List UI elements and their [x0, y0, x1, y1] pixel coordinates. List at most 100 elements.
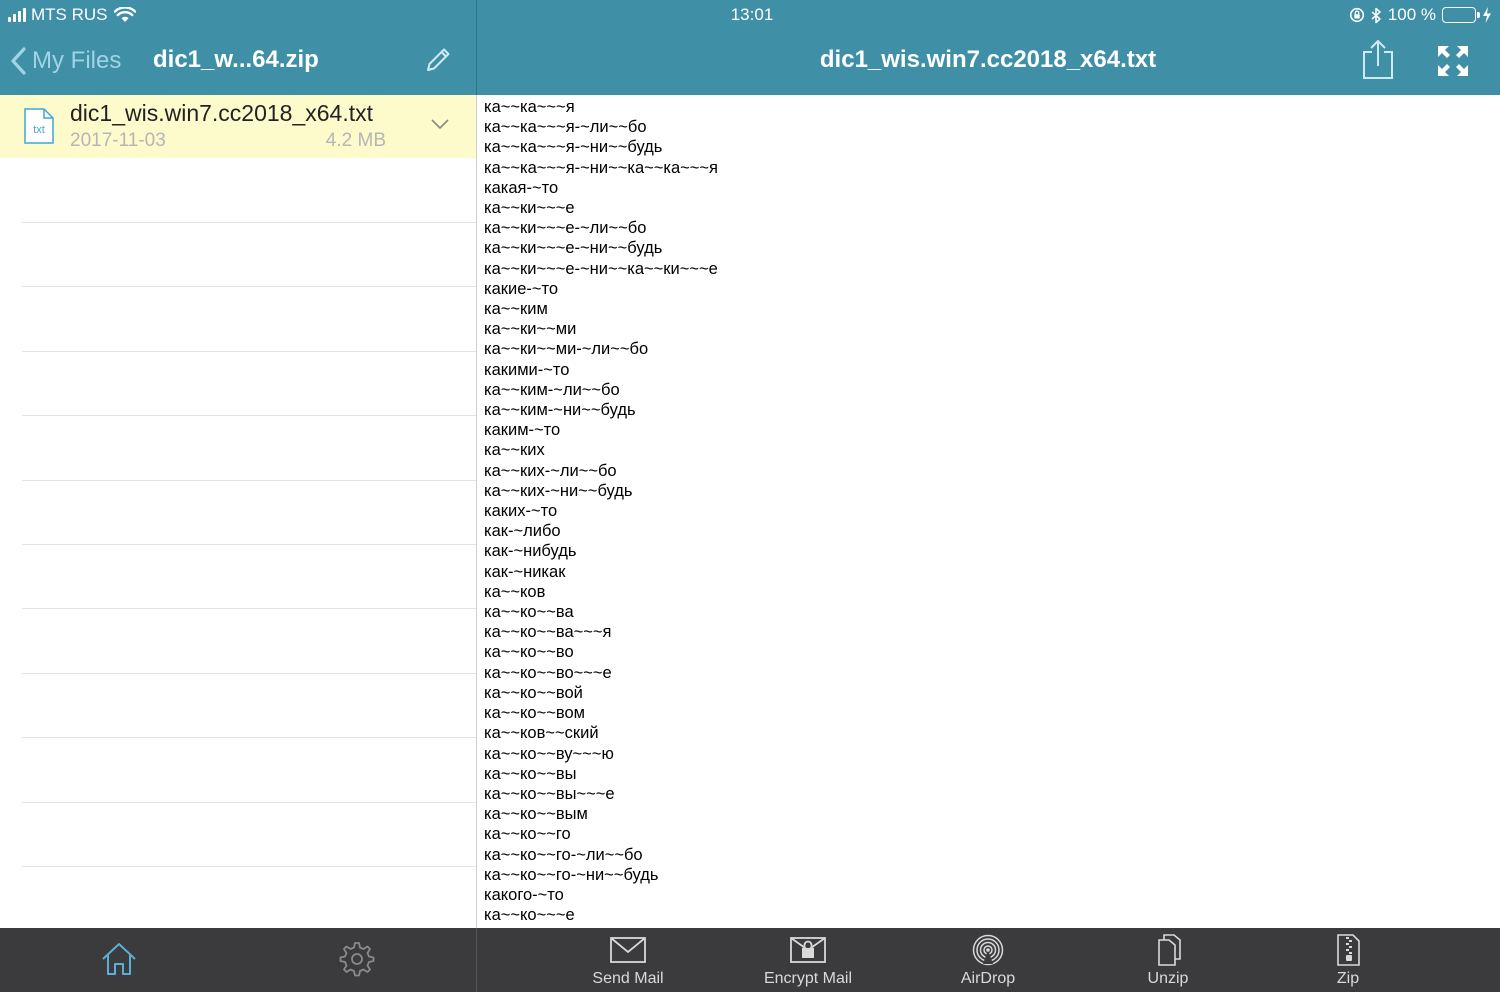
text-line: как-~никак — [484, 562, 566, 581]
battery-percent: 100 % — [1387, 5, 1436, 24]
top-bar: MTS RUS 13:01 100 % My Files dic1_w...64… — [0, 0, 1500, 95]
airdrop-icon — [972, 934, 1004, 966]
file-size: 4.2 MB — [325, 130, 386, 151]
text-line: ка~~ко~~во~~~е — [484, 663, 612, 682]
text-line: ка~~ко~~го — [484, 825, 571, 844]
text-line: ка~~ко~~вом — [484, 704, 585, 723]
text-line: ка~~ки~~~е-~ли~~бо — [484, 219, 647, 238]
text-line: ка~~ко~~вы — [484, 764, 577, 783]
text-line: ка~~ки~~ми-~ли~~бо — [484, 340, 649, 359]
file-name: dic1_wis.win7.cc2018_x64.txt — [70, 100, 373, 126]
text-line: ка~~ков~~ский — [484, 724, 599, 743]
pencil-icon[interactable] — [422, 44, 454, 76]
chevron-left-icon — [11, 47, 26, 75]
chevron-down-icon[interactable] — [430, 117, 450, 131]
gear-icon[interactable] — [338, 940, 376, 978]
file-date: 2017-11-03 — [70, 130, 166, 151]
share-icon[interactable] — [1360, 38, 1396, 80]
bottom-toolbar: Send Mail Encrypt Mail AirDrop Unzip Zip — [0, 928, 1500, 992]
list-separator — [22, 673, 476, 674]
list-separator — [22, 286, 476, 287]
list-separator — [22, 351, 476, 352]
list-separator — [22, 544, 476, 545]
list-separator — [22, 415, 476, 416]
list-separator — [22, 737, 476, 738]
text-line: ка~~ким-~ли~~бо — [484, 380, 620, 399]
text-line: какая-~то — [484, 178, 559, 197]
back-button[interactable]: My Files — [10, 44, 121, 78]
wifi-icon — [113, 7, 136, 22]
send-mail-button[interactable]: Send Mail — [558, 934, 698, 992]
file-row-selected[interactable]: txt dic1_wis.win7.cc2018_x64.txt 2017-11… — [0, 95, 476, 158]
text-line: ка~~ка~~~я-~ни~~будь — [484, 138, 663, 157]
status-left: MTS RUS — [8, 5, 136, 25]
text-line: ка~~ки~~ми — [484, 320, 577, 339]
bottom-bar-divider — [476, 928, 477, 992]
carrier-name: MTS RUS — [31, 5, 108, 24]
text-line: ка~~ких-~ли~~бо — [484, 461, 617, 480]
zip-button[interactable]: Zip — [1278, 934, 1418, 992]
expand-icon[interactable] — [1436, 44, 1470, 78]
unzip-icon — [1158, 934, 1181, 966]
zip-icon — [1337, 934, 1360, 966]
status-right: 100 % — [1349, 5, 1492, 25]
airdrop-button[interactable]: AirDrop — [918, 934, 1058, 992]
charging-icon — [1483, 7, 1491, 23]
text-line: ка~~ких — [484, 441, 545, 460]
text-line: ка~~ко~~~е — [484, 906, 575, 925]
text-line: как-~либо — [484, 522, 561, 541]
home-icon[interactable] — [100, 940, 138, 978]
encrypt-mail-label: Encrypt Mail — [763, 970, 853, 987]
encrypt-mail-button[interactable]: Encrypt Mail — [738, 934, 878, 992]
text-line: ка~~ко~~ву~~~ю — [484, 744, 614, 763]
text-line: ка~~ка~~~я-~ли~~бо — [484, 118, 647, 137]
send-mail-label: Send Mail — [592, 970, 664, 987]
text-line: ка~~ких-~ни~~будь — [484, 481, 633, 500]
text-line: каким-~то — [484, 421, 561, 440]
file-title: dic1_wis.win7.cc2018_x64.txt — [819, 46, 1157, 73]
text-line: каких-~то — [484, 502, 558, 521]
battery-icon — [1442, 7, 1480, 23]
text-line: ка~~ка~~~я-~ни~~ка~~ка~~~я — [484, 158, 718, 177]
text-line: ка~~ко~~вым — [484, 805, 588, 824]
list-separator — [22, 802, 476, 803]
text-line: ка~~ко~~вы~~~е — [484, 784, 615, 803]
text-line: ка~~ки~~~е-~ни~~будь — [484, 239, 663, 258]
text-line: ка~~ко~~ва~~~я — [484, 623, 612, 642]
back-button-label: My Files — [32, 47, 122, 74]
list-separator — [22, 222, 476, 223]
archive-title: dic1_w...64.zip — [153, 46, 319, 73]
lock-envelope-icon — [790, 937, 826, 963]
text-line: какого-~то — [484, 885, 564, 904]
list-separator — [22, 480, 476, 481]
app-window: MTS RUS 13:01 100 % My Files dic1_w...64… — [0, 0, 1500, 992]
text-line: ка~~ким-~ни~~будь — [484, 401, 636, 420]
list-separator — [22, 866, 476, 867]
top-bar-divider — [476, 0, 477, 95]
text-line: ка~~ко~~го-~ли~~бо — [484, 845, 643, 864]
txt-file-icon: txt — [24, 108, 54, 144]
text-line: ка~~ков — [484, 582, 546, 601]
text-line: какие-~то — [484, 279, 559, 298]
zip-label: Zip — [1336, 970, 1360, 987]
orientation-lock-icon — [1349, 7, 1364, 23]
text-lines: ка~~ка~~~я ка~~ка~~~я-~ли~~бо ка~~ка~~~я-~… — [484, 97, 718, 925]
text-line: ка~~ко~~ва — [484, 603, 574, 622]
file-list: txt dic1_wis.win7.cc2018_x64.txt 2017-11… — [0, 95, 476, 928]
text-line: ка~~ким — [484, 300, 548, 319]
text-line: как-~нибудь — [484, 542, 577, 561]
signal-icon — [8, 8, 26, 22]
text-line: ка~~ка~~~я — [484, 98, 575, 116]
list-separator — [22, 608, 476, 609]
bluetooth-icon — [1371, 7, 1381, 23]
text-viewer[interactable]: ка~~ка~~~я ка~~ка~~~я-~ли~~бо ка~~ка~~~я-~… — [477, 95, 1500, 928]
text-line: ка~~ки~~~е — [484, 199, 575, 218]
status-time: 13:01 — [730, 5, 774, 24]
airdrop-label: AirDrop — [960, 970, 1016, 987]
file-icon-text: txt — [33, 124, 45, 136]
unzip-button[interactable]: Unzip — [1098, 934, 1238, 992]
text-line: какими-~то — [484, 360, 570, 379]
text-line: ка~~ко~~го-~ни~~будь — [484, 865, 659, 884]
unzip-label: Unzip — [1147, 970, 1189, 987]
text-line: ка~~ко~~во — [484, 643, 574, 662]
